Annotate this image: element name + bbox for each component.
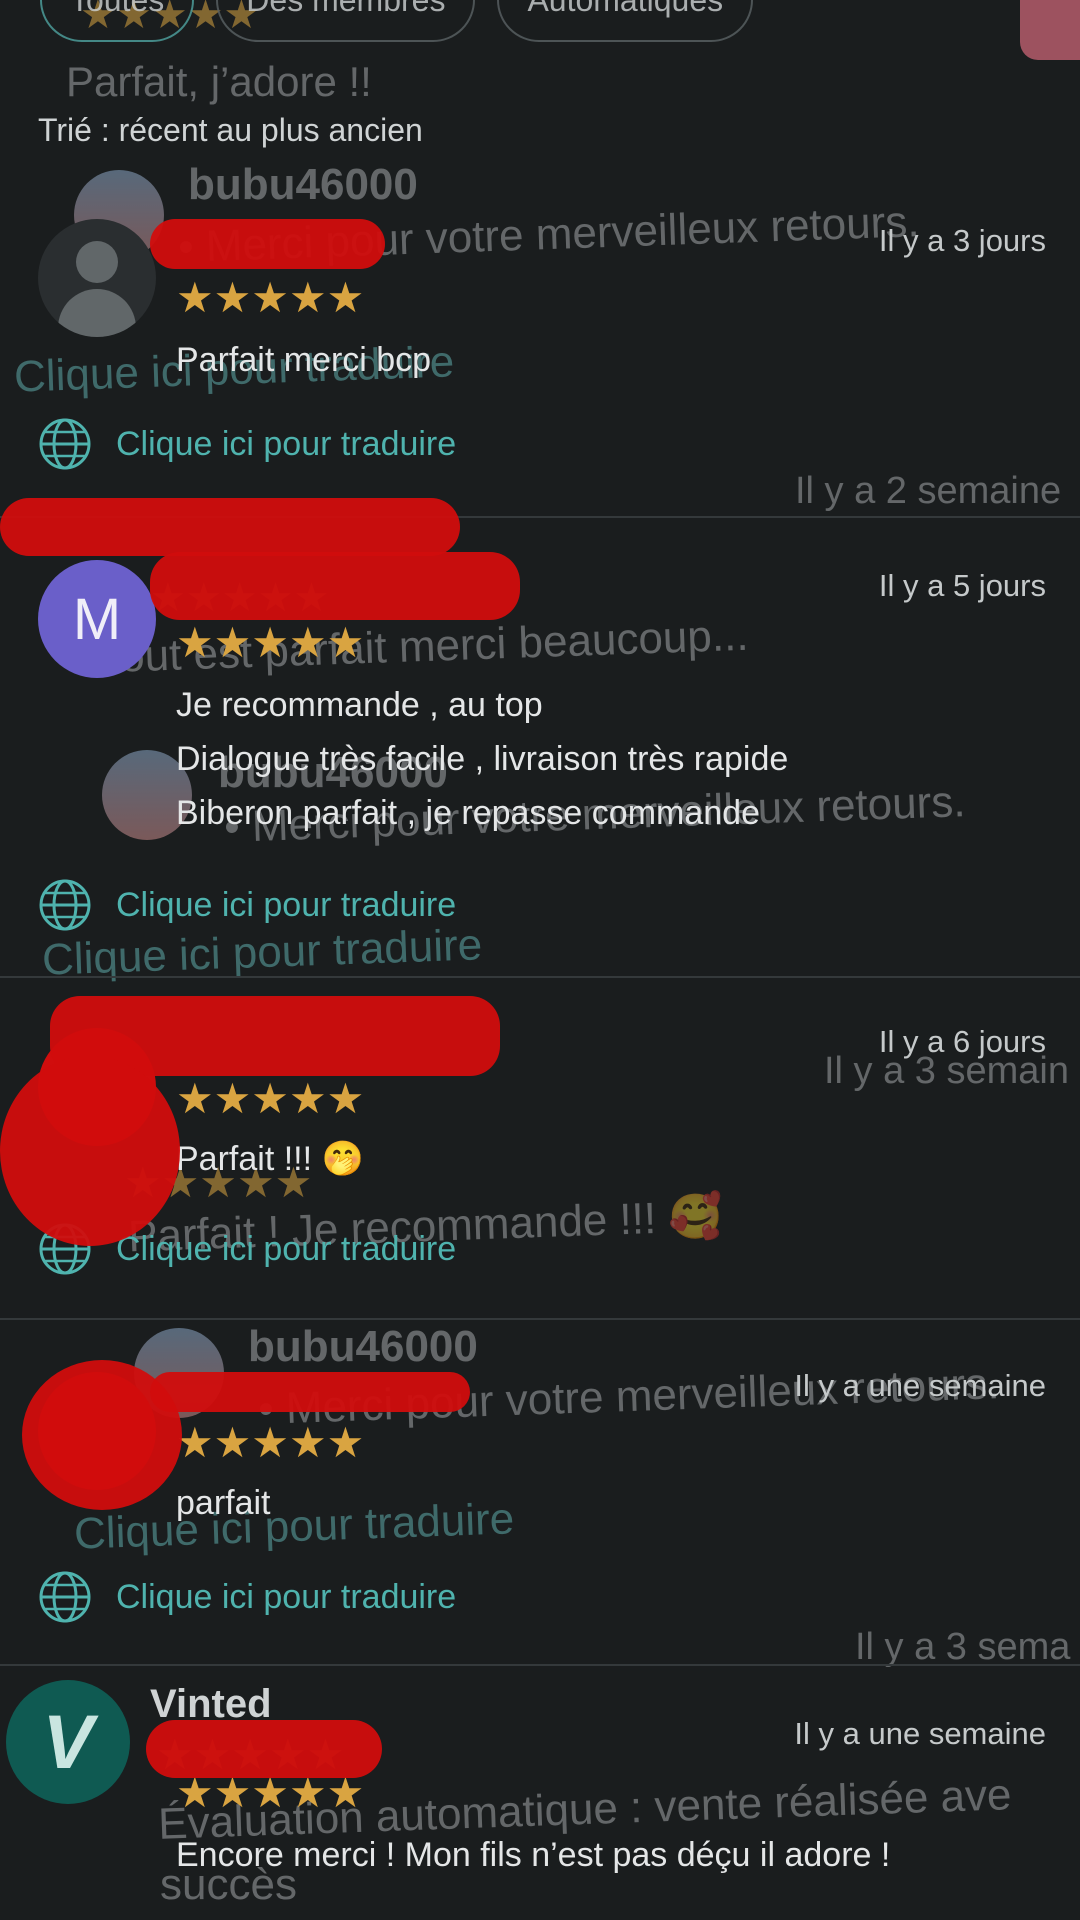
review-stars: ★★★★★ <box>176 274 365 321</box>
review-stars: ★★★★★ <box>176 1419 365 1466</box>
ghost-time-3: Il y a 3 sema <box>855 1626 1071 1668</box>
comment-line: Je recommande , au top <box>176 686 543 724</box>
translate-label: Clique ici pour traduire <box>116 1229 457 1268</box>
filter-chip-members[interactable]: Des membres <box>216 0 476 42</box>
ghost-title: Parfait, j’adore !! <box>66 58 372 105</box>
ghost-time: Il y a 2 semaine <box>795 470 1062 512</box>
divider <box>0 1318 1080 1320</box>
translate-link[interactable]: Clique ici pour traduire <box>38 417 456 471</box>
translate-link[interactable]: Clique ici pour traduire <box>38 1570 456 1624</box>
filter-chips: Toutes Des membres Automatiques <box>40 0 754 42</box>
filter-chip-all[interactable]: Toutes <box>40 0 195 42</box>
divider <box>0 1664 1080 1666</box>
avatar-head-shape <box>76 241 118 283</box>
ghost-username-3: bubu46000 <box>248 1322 478 1371</box>
redaction-mark <box>0 498 460 556</box>
review-comment: Parfait !!! 🤭 <box>176 1132 364 1186</box>
review-comment: Parfait merci bcp <box>176 333 431 387</box>
redaction-mark <box>22 1360 182 1510</box>
vinted-logo-avatar[interactable]: V <box>6 1680 130 1804</box>
translate-label: Clique ici pour traduire <box>116 1577 457 1616</box>
review-time: Il y a 5 jours <box>878 568 1046 603</box>
globe-icon <box>39 1571 91 1623</box>
review-stars: ★★★★★ <box>176 1075 365 1122</box>
globe-icon <box>39 418 91 470</box>
redaction-mark <box>150 552 520 620</box>
comment-line: Dialogue très facile , livraison très ra… <box>176 740 789 778</box>
comment-line: Parfait !!! 🤭 <box>176 1140 364 1178</box>
comment-line: Encore merci ! Mon fils n’est pas déçu i… <box>176 1836 891 1874</box>
review-time: Il y a une semaine <box>794 1716 1046 1751</box>
filter-chip-automatic[interactable]: Automatiques <box>497 0 754 42</box>
review-stars: ★★★★★ <box>176 619 365 666</box>
review-stars: ★★★★★ <box>176 1769 365 1816</box>
comment-line: parfait <box>176 1484 271 1522</box>
translate-label: Clique ici pour traduire <box>116 885 457 924</box>
comment-line: Biberon parfait , je repasse commande <box>176 794 760 832</box>
corner-button[interactable] <box>1020 0 1080 60</box>
redaction-mark <box>0 1056 180 1246</box>
review-comment: Je recommande , au top Dialogue très fac… <box>176 678 788 840</box>
divider <box>0 976 1080 978</box>
redaction-mark <box>150 219 385 269</box>
review-time: Il y a 6 jours <box>878 1024 1046 1059</box>
letter-avatar[interactable]: M <box>38 560 156 678</box>
review-comment: parfait <box>176 1476 271 1530</box>
ghost-username: bubu46000 <box>188 160 418 209</box>
avatar-body-shape <box>58 289 136 337</box>
redaction-mark <box>146 1720 382 1778</box>
sort-label[interactable]: Trié : récent au plus ancien <box>38 112 423 149</box>
reviews-screen: ★★★★★ Parfait, j’adore !! bubu46000 • Me… <box>0 0 1080 1920</box>
translate-label: Clique ici pour traduire <box>116 424 457 463</box>
default-avatar[interactable] <box>38 219 156 337</box>
redaction-mark <box>150 1372 470 1412</box>
review-time: Il y a une semaine <box>794 1368 1046 1403</box>
review-time: Il y a 3 jours <box>878 223 1046 258</box>
ghost-translate-3: Clique ici pour traduire <box>73 1494 515 1559</box>
comment-line: Parfait merci bcp <box>176 341 432 379</box>
translate-link[interactable]: Clique ici pour traduire <box>38 878 456 932</box>
review-comment: Encore merci ! Mon fils n’est pas déçu i… <box>176 1828 890 1882</box>
globe-icon <box>39 879 91 931</box>
